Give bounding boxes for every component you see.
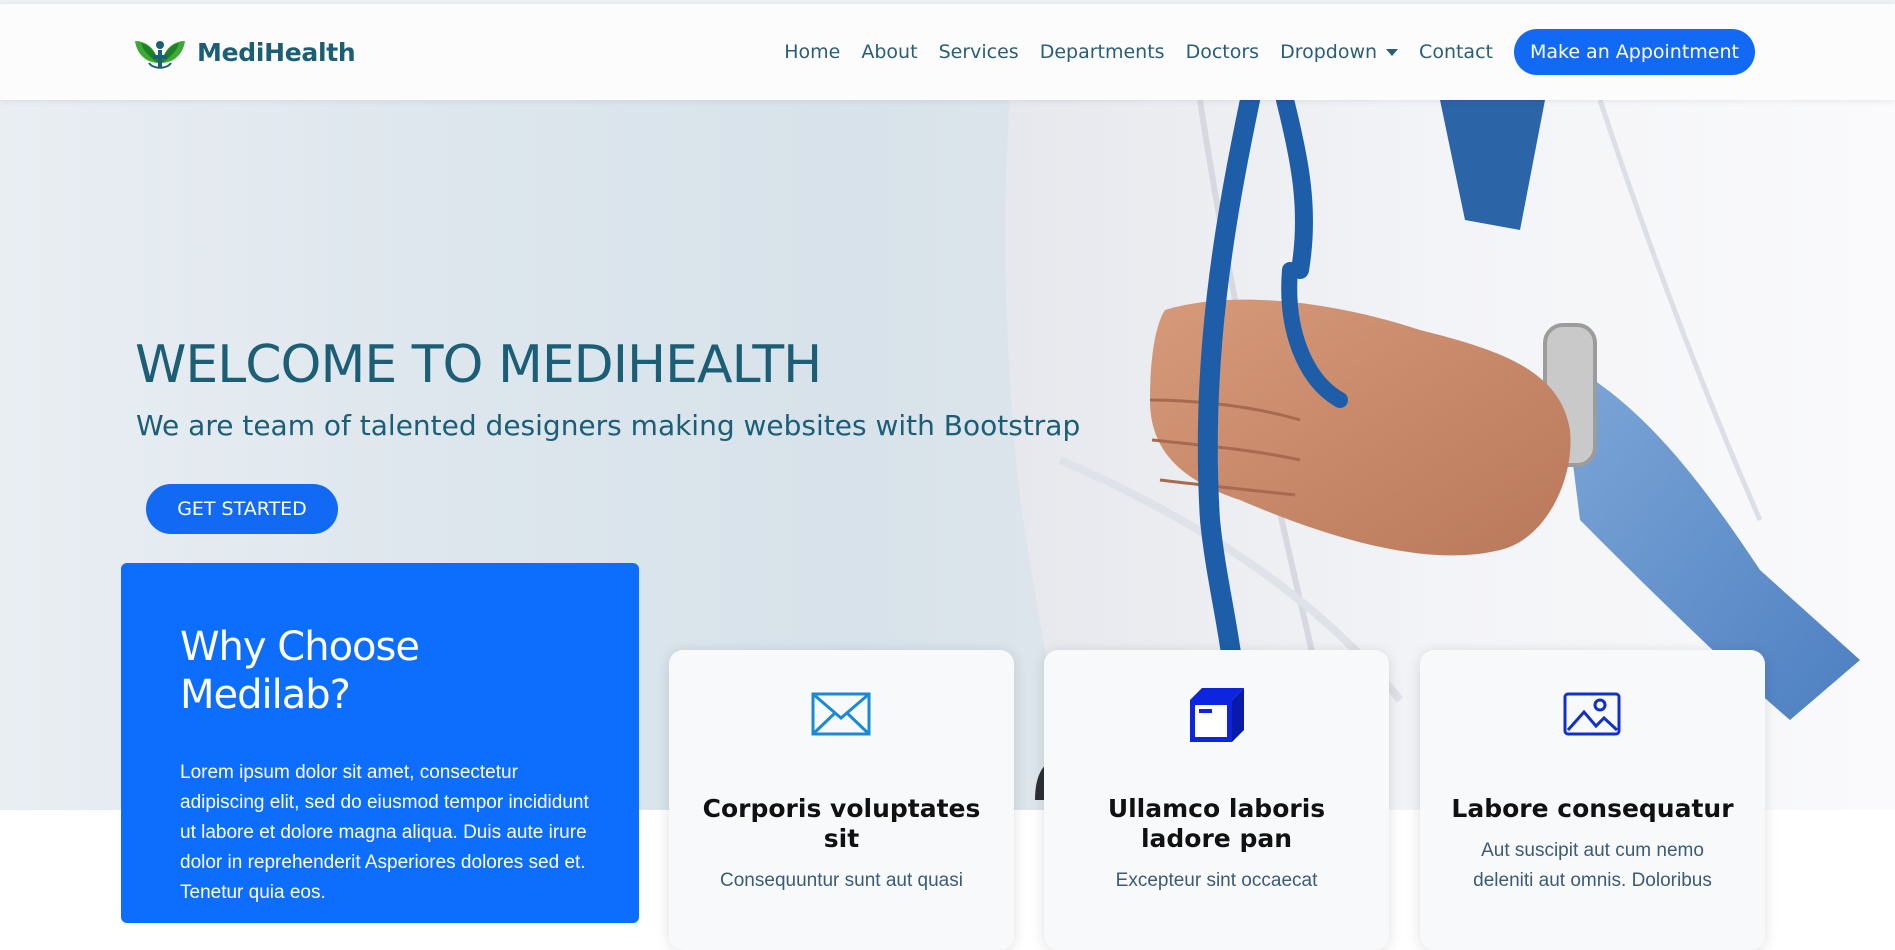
nav-about[interactable]: About bbox=[861, 41, 917, 63]
feature-card-2-title-line-2: ladore pan bbox=[1140, 824, 1293, 853]
main-nav: Home About Services Departments Doctors … bbox=[784, 29, 1755, 75]
nav-contact[interactable]: Contact bbox=[1419, 41, 1493, 63]
feature-card-3-title: Labore consequatur bbox=[1440, 794, 1745, 824]
navbar: MediHealth Home About Services Departmen… bbox=[0, 4, 1895, 100]
feature-card-1-title-line-2: sit bbox=[823, 824, 860, 853]
why-choose-text: Lorem ipsum dolor sit amet, consectetur … bbox=[180, 762, 589, 903]
feature-card-2-title: Ullamco laboris ladore pan bbox=[1064, 794, 1369, 854]
feature-card-1-title-line-1: Corporis voluptates bbox=[702, 794, 981, 823]
make-appointment-button[interactable]: Make an Appointment bbox=[1513, 29, 1755, 75]
nav-doctors[interactable]: Doctors bbox=[1186, 41, 1260, 63]
hero-subtitle: We are team of talented designers making… bbox=[136, 409, 1081, 442]
feature-card-3-title-line-1: Labore consequatur bbox=[1451, 794, 1734, 823]
nav-dropdown[interactable]: Dropdown bbox=[1280, 41, 1399, 63]
why-choose-title: Why Choose Medilab? bbox=[180, 623, 420, 719]
why-choose-card: Why Choose Medilab? Lorem ipsum dolor si… bbox=[121, 563, 639, 923]
feature-card-3: Labore consequatur Aut suscipit aut cum … bbox=[1420, 650, 1765, 950]
image-icon bbox=[1563, 692, 1621, 736]
why-title-line-2: Medilab? bbox=[180, 672, 351, 718]
feature-card-1-title: Corporis voluptates sit bbox=[689, 794, 994, 854]
feature-card-2-title-line-1: Ullamco laboris bbox=[1107, 794, 1326, 823]
feature-card-2-text: Excepteur sint occaecat bbox=[1115, 870, 1318, 891]
why-title-line-1: Why Choose bbox=[180, 624, 420, 670]
feature-card-2: Ullamco laboris ladore pan Excepteur sin… bbox=[1044, 650, 1389, 950]
box-icon bbox=[1190, 688, 1244, 742]
feature-card-1-text: Consequuntur sunt aut quasi bbox=[720, 870, 963, 891]
hero-title: WELCOME TO MEDIHEALTH bbox=[135, 335, 822, 395]
nav-departments[interactable]: Departments bbox=[1040, 41, 1165, 63]
brand[interactable]: MediHealth bbox=[133, 33, 356, 71]
brand-logo-icon bbox=[135, 41, 185, 69]
nav-dropdown-label: Dropdown bbox=[1280, 41, 1378, 63]
get-started-button[interactable]: GET STARTED bbox=[146, 484, 338, 534]
feature-card-3-text: Aut suscipit aut cum nemo deleniti aut o… bbox=[1473, 840, 1712, 891]
nav-services[interactable]: Services bbox=[939, 41, 1019, 63]
feature-card-1: Corporis voluptates sit Consequuntur sun… bbox=[669, 650, 1014, 950]
caret-down-icon bbox=[1386, 48, 1399, 56]
envelope-icon bbox=[811, 692, 871, 736]
nav-home[interactable]: Home bbox=[784, 41, 840, 63]
brand-name: MediHealth bbox=[197, 37, 356, 67]
